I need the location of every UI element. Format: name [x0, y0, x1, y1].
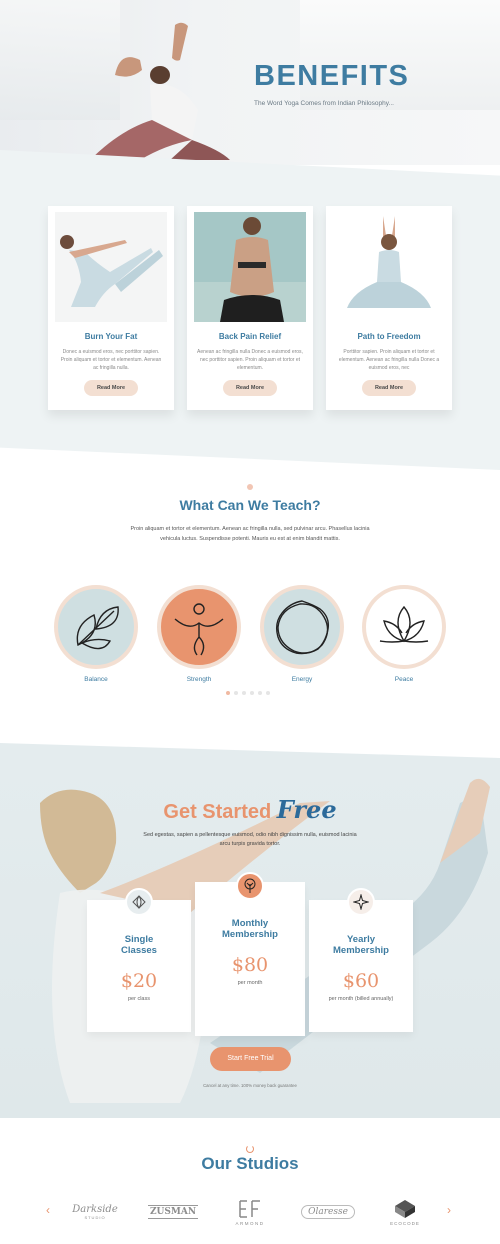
- plan-period: per class: [127, 996, 150, 1002]
- hero-yoga-figure: [90, 22, 230, 160]
- tree-icon: [236, 872, 264, 900]
- plan-name: Classes: [121, 945, 157, 956]
- get-started-title-accent: Free: [276, 795, 337, 824]
- flower-icon: [125, 888, 153, 916]
- teach-title: What Can We Teach?: [179, 497, 321, 513]
- benefit-card-text: Porttitor sapien. Proin aliquam et torto…: [338, 349, 440, 371]
- ecocode-mark-icon: [395, 1199, 415, 1218]
- read-more-button[interactable]: Read More: [223, 380, 277, 396]
- teach-item-label: Balance: [84, 676, 108, 683]
- studio-logo-darkside[interactable]: Darkside STUDIO: [70, 1194, 120, 1230]
- plan-name: Monthly: [231, 918, 269, 929]
- logo-name: ECOCODE: [390, 1220, 420, 1226]
- wavy-circle-icon: [260, 585, 344, 669]
- benefit-card-image: [55, 212, 167, 322]
- plan-name: Single: [124, 934, 154, 945]
- teach-item-label: Energy: [291, 676, 313, 683]
- pager-dot[interactable]: [258, 691, 262, 695]
- teach-item-energy[interactable]: Energy: [260, 585, 344, 683]
- benefit-card-path-freedom: Path to Freedom Porttitor sapien. Proin …: [326, 206, 452, 410]
- plan-name: Membership: [333, 945, 389, 956]
- section-dot-icon: [247, 484, 253, 490]
- read-more-button[interactable]: Read More: [84, 380, 138, 396]
- get-started-text: Sed egestas, sapien a pellentesque euism…: [143, 832, 357, 847]
- teach-item-label: Peace: [394, 676, 414, 683]
- logo-name: ARMOND: [235, 1220, 265, 1226]
- read-more-button[interactable]: Read More: [362, 380, 416, 396]
- logo-name: ZUSMAN: [147, 1205, 199, 1219]
- logo-name: Darkside: [72, 1204, 118, 1215]
- pager-dot[interactable]: [234, 691, 238, 695]
- studio-logo-ecocode[interactable]: ECOCODE: [380, 1194, 430, 1230]
- hero-window-right: [300, 0, 500, 110]
- armond-mark-icon: [239, 1199, 260, 1218]
- studio-logo-armond[interactable]: ARMOND: [225, 1194, 275, 1230]
- plan-card-single[interactable]: Single Classes $20 per class: [87, 888, 191, 1032]
- benefit-card-text: Aenean ac fringilla nulla Donec a euismo…: [197, 349, 303, 371]
- benefit-card-burn-fat: Burn Your Fat Donec a euismod eros, nec …: [48, 206, 174, 410]
- logo-sub: STUDIO: [84, 1215, 106, 1220]
- get-started-title: Get Started Free: [0, 795, 500, 824]
- chevron-left-icon[interactable]: ‹: [46, 1203, 50, 1217]
- benefit-card-image: [333, 212, 445, 322]
- benefit-card-title: Path to Freedom: [357, 332, 421, 341]
- carousel-pager: [226, 691, 270, 696]
- lotus-icon: [362, 585, 446, 669]
- studios-title: Our Studios: [201, 1154, 299, 1173]
- plan-price: $20: [120, 970, 158, 992]
- hero-title: BENEFITS: [254, 60, 410, 92]
- benefit-card-title: Burn Your Fat: [84, 332, 138, 341]
- pager-dot[interactable]: [266, 691, 270, 695]
- benefit-card-image: [194, 212, 306, 322]
- pager-dot[interactable]: [226, 691, 230, 695]
- leaves-icon: [54, 585, 138, 669]
- start-free-trial-button[interactable]: Start Free Trial: [210, 1047, 291, 1071]
- teach-item-label: Strength: [186, 676, 212, 683]
- moon-icon: [246, 1145, 254, 1153]
- benefit-card-title: Back Pain Relief: [218, 332, 282, 341]
- studio-logo-zusman[interactable]: ZUSMAN: [147, 1194, 199, 1230]
- logo-name: Olaresse: [301, 1205, 355, 1219]
- get-started-title-text: Get Started: [163, 801, 272, 823]
- plan-card-monthly[interactable]: Monthly Membership $80 per month: [195, 872, 305, 1036]
- teach-item-strength[interactable]: Strength: [157, 585, 241, 683]
- yoga-figure-icon: [157, 585, 241, 669]
- plan-name: Membership: [222, 929, 278, 940]
- studio-logo-olaresse[interactable]: Olaresse: [301, 1194, 355, 1230]
- hero-banner: BENEFITS The Word Yoga Comes from Indian…: [0, 0, 500, 165]
- teach-text: Proin aliquam et tortor et elementum. Ae…: [130, 526, 370, 542]
- teach-item-peace[interactable]: Peace: [362, 585, 446, 683]
- plan-price: $60: [342, 970, 380, 992]
- benefit-card-text: Donec a euismod eros, nec porttitor sapi…: [60, 349, 162, 371]
- plan-price: $80: [231, 954, 269, 976]
- pager-dot[interactable]: [250, 691, 254, 695]
- chevron-right-icon[interactable]: ›: [447, 1203, 451, 1217]
- star-flower-icon: [347, 888, 375, 916]
- hero-subtitle: The Word Yoga Comes from Indian Philosop…: [254, 100, 394, 107]
- guarantee-note: Cancel at any time. 100% money back guar…: [203, 1083, 297, 1088]
- plan-period: per month: [237, 980, 263, 986]
- pager-dot[interactable]: [242, 691, 246, 695]
- plan-period: per month (billed annually): [328, 996, 394, 1002]
- teach-item-balance[interactable]: Balance: [54, 585, 138, 683]
- plan-name: Yearly: [347, 934, 375, 945]
- plan-card-yearly[interactable]: Yearly Membership $60 per month (billed …: [309, 888, 413, 1032]
- benefit-card-back-pain: Back Pain Relief Aenean ac fringilla nul…: [187, 206, 313, 410]
